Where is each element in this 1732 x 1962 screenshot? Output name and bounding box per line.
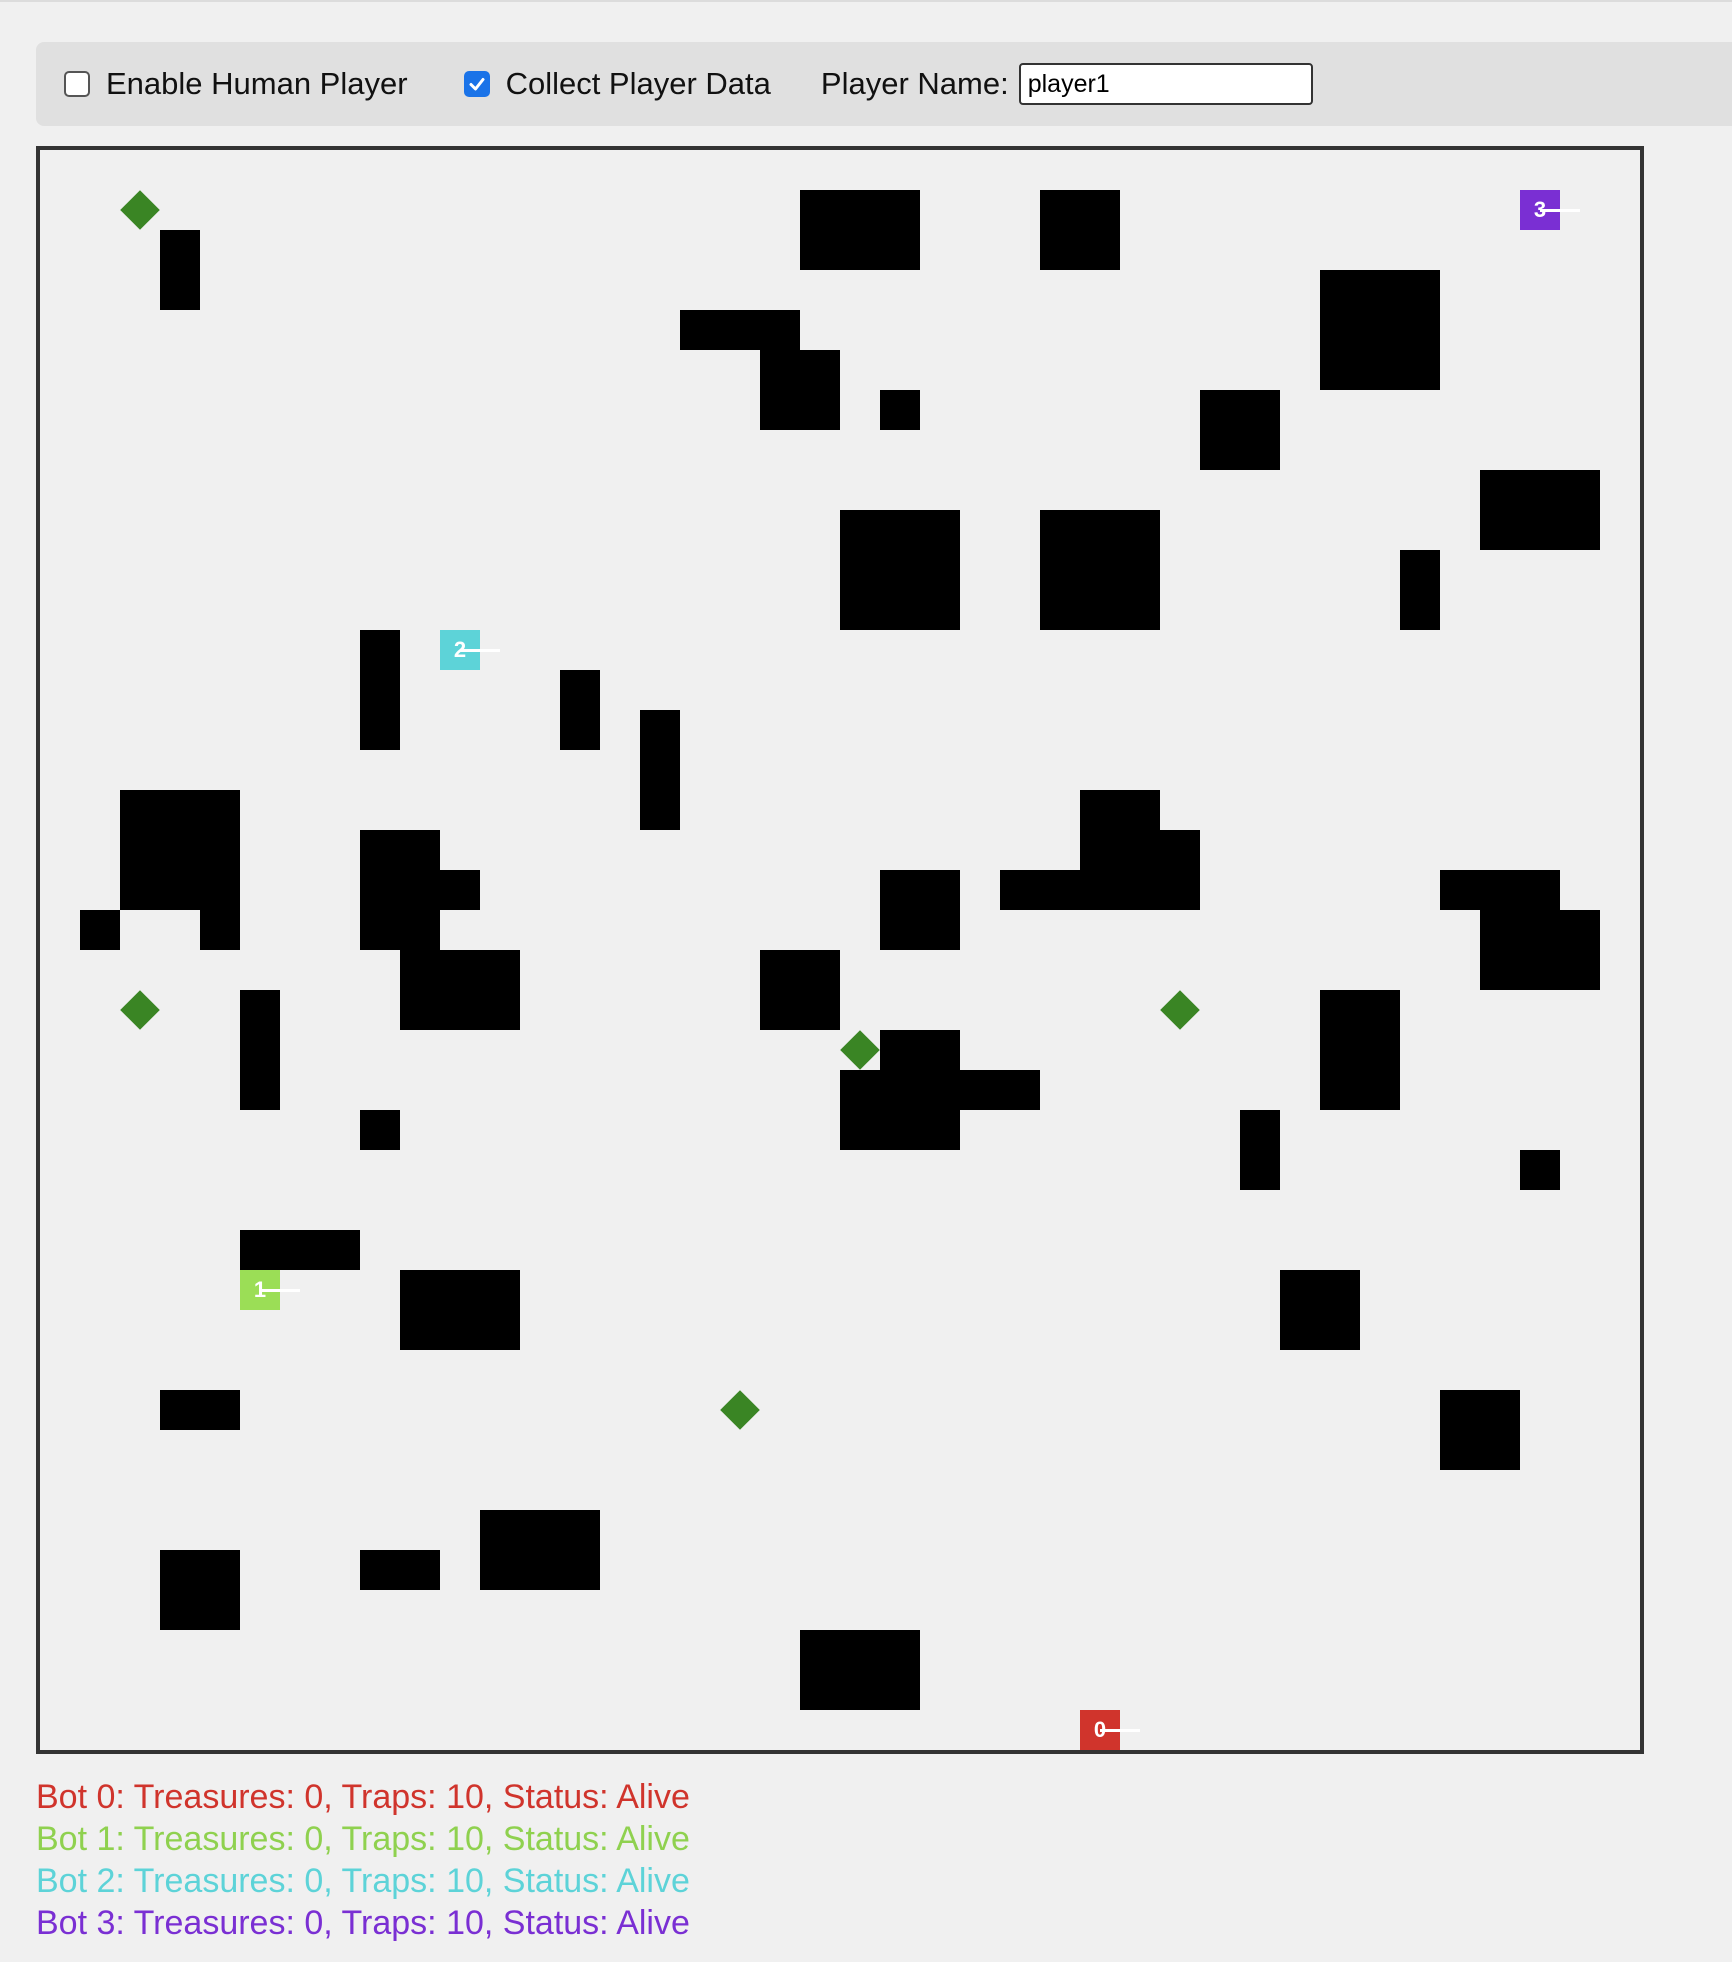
wall-block [1000,870,1200,910]
treasure-diamond [120,190,160,230]
wall-block [1320,990,1400,1110]
bot-id-label: 2 [453,637,467,662]
bot-stat-line: Bot 3: Treasures: 0, Traps: 10, Status: … [36,1904,690,1942]
wall-block [240,990,280,1110]
wall-block [880,1030,960,1070]
controls-bar: Enable Human Player Collect Player Data … [36,42,1732,126]
bot-id-label: 1 [253,1277,267,1302]
enable-human-player-control[interactable]: Enable Human Player [64,66,408,102]
bot-id-label: 0 [1093,1717,1107,1742]
wall-block [1480,910,1600,990]
wall-block [360,630,400,750]
bot-stat-line: Bot 0: Treasures: 0, Traps: 10, Status: … [36,1778,690,1816]
wall-block [120,790,240,910]
wall-block [240,1230,360,1270]
game-board: 0 1 2 3 [36,146,1644,1754]
wall-block [1200,390,1280,470]
wall-block [1320,270,1440,390]
bot-2: 2 [440,630,500,670]
wall-block [840,510,960,630]
game-grid: 0 1 2 3 [40,150,1640,1750]
wall-block [800,190,920,270]
treasure-diamond [840,1030,880,1070]
treasure-diamond [120,990,160,1030]
treasure-diamond [1160,990,1200,1030]
wall-block [1080,830,1200,870]
wall-block [1040,190,1120,270]
bot-0: 0 [1080,1710,1140,1750]
wall-block [1480,470,1600,550]
wall-block [1520,1150,1560,1190]
wall-block [640,710,680,830]
wall-block [360,830,440,950]
top-divider [0,0,1732,2]
wall-block [80,910,120,950]
bot-id-label: 3 [1533,197,1547,222]
collect-player-data-checkbox[interactable] [463,71,490,97]
wall-block [880,390,920,430]
player-name-input[interactable] [1018,63,1313,105]
bot-3: 3 [1520,190,1580,230]
enable-human-player-label: Enable Human Player [106,66,408,101]
wall-block [440,870,480,910]
wall-block [1400,550,1440,630]
wall-block [200,910,240,950]
wall-block [840,1110,960,1150]
wall-block [400,1270,520,1350]
player-name-label: Player Name: [820,66,1009,101]
wall-block [560,670,600,750]
wall-block [880,870,960,950]
wall-block [160,230,200,310]
wall-block [480,1510,600,1590]
bot-stat-line: Bot 1: Treasures: 0, Traps: 10, Status: … [36,1820,690,1858]
wall-block [1280,1270,1360,1350]
wall-block [840,1070,1040,1110]
bot-stats-panel: Bot 0: Treasures: 0, Traps: 10, Status: … [36,1776,690,1944]
wall-block [360,1110,400,1150]
wall-block [400,950,520,1030]
wall-block [680,310,800,350]
wall-block [1080,790,1160,830]
collect-player-data-label: Collect Player Data [505,66,771,101]
wall-block [760,350,840,430]
player-name-control: Player Name: [821,63,1313,105]
wall-block [760,950,840,1030]
wall-block [1440,870,1560,910]
wall-block [360,1550,440,1590]
treasure-diamond [720,1390,760,1430]
wall-block [160,1550,240,1630]
bot-1: 1 [240,1270,300,1310]
collect-player-data-control[interactable]: Collect Player Data [463,66,771,102]
wall-block [1040,510,1160,630]
bot-stat-line: Bot 2: Treasures: 0, Traps: 10, Status: … [36,1862,690,1900]
wall-block [800,1630,920,1710]
wall-block [160,1390,240,1430]
wall-block [1440,1390,1520,1470]
enable-human-player-checkbox[interactable] [64,71,90,97]
wall-block [1240,1110,1280,1190]
